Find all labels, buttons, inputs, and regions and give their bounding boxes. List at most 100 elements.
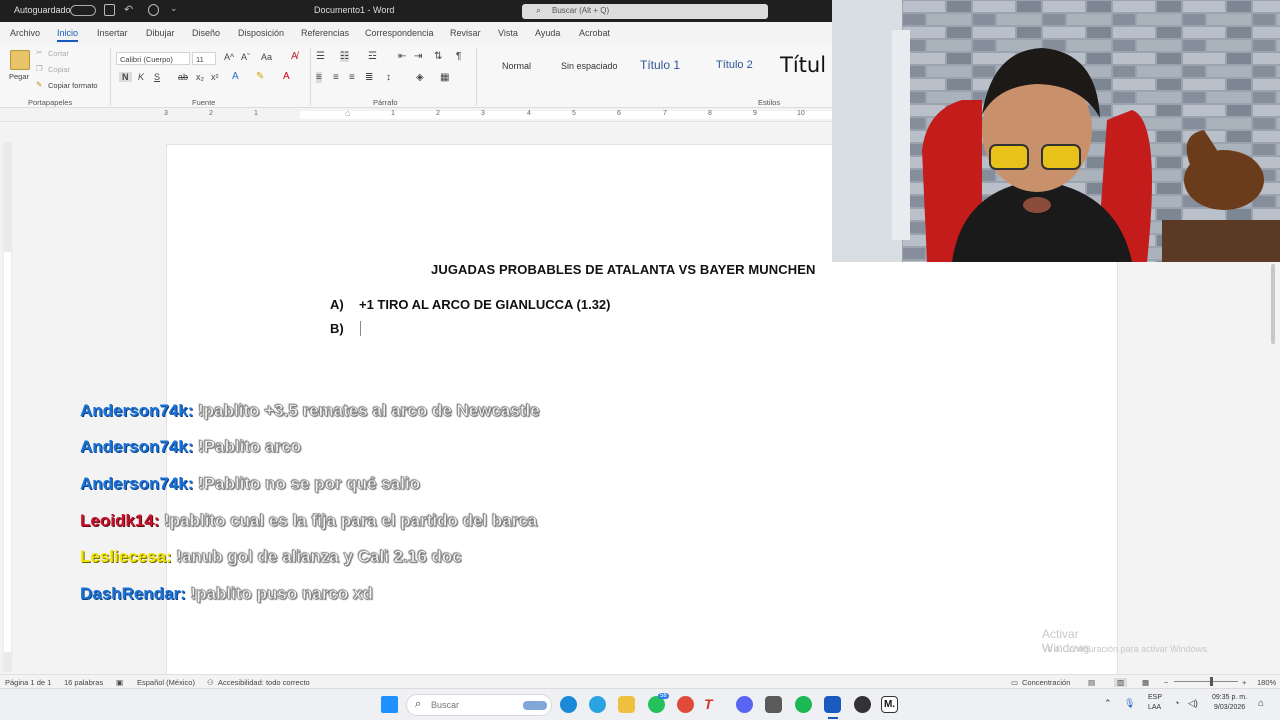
justify-icon[interactable]: ≣ (365, 72, 373, 83)
format-painter-icon[interactable]: ✎ (36, 80, 42, 89)
clock-time[interactable]: 09:35 p. m. (1212, 694, 1247, 701)
align-right-icon[interactable]: ≡ (349, 72, 355, 83)
horizontal-ruler[interactable]: 3 2 1 ⌂ 1 2 3 4 5 6 7 8 9 10 (0, 108, 832, 122)
spotify-icon[interactable] (795, 696, 812, 713)
customize-qat-icon[interactable]: ⌄ (170, 3, 181, 15)
shading-icon[interactable]: ◈ (416, 72, 424, 83)
style-normal[interactable]: Normal (502, 61, 531, 71)
page-count[interactable]: Página 1 de 1 (5, 678, 51, 687)
tab-correspondencia[interactable]: Correspondencia (365, 28, 434, 38)
tab-disposicion[interactable]: Disposición (238, 28, 284, 38)
telegram-icon[interactable] (589, 696, 606, 713)
accessibility-icon[interactable]: ⚇ (207, 678, 214, 687)
volume-icon[interactable]: ◁) (1188, 698, 1198, 709)
align-center-icon[interactable]: ≡ (333, 72, 339, 83)
print-layout-icon[interactable]: ▥ (1114, 678, 1128, 687)
line-spacing-icon[interactable]: ↕ (386, 72, 391, 83)
vertical-ruler[interactable] (3, 142, 12, 672)
cut-button[interactable]: Cortar (48, 49, 69, 58)
calculator-icon[interactable] (765, 696, 782, 713)
zoom-level[interactable]: 180% (1257, 678, 1276, 687)
paste-button[interactable]: Pegar (9, 72, 29, 81)
tab-inicio[interactable]: Inicio (57, 28, 79, 42)
tab-vista[interactable]: Vista (498, 28, 518, 38)
notion-icon[interactable]: M. (881, 696, 898, 713)
tab-archivo[interactable]: Archivo (10, 28, 40, 38)
tab-acrobat[interactable]: Acrobat (579, 28, 610, 38)
proofing-icon[interactable]: ▣ (116, 678, 123, 687)
focus-mode-button[interactable]: Concentración (1022, 678, 1070, 687)
align-left-icon[interactable]: ≡ (316, 72, 322, 83)
tab-diseno[interactable]: Diseño (192, 28, 220, 38)
subscript-icon[interactable]: x₂ (196, 72, 204, 82)
underline-icon[interactable]: S (154, 72, 160, 82)
tab-revisar[interactable]: Revisar (450, 28, 481, 38)
highlight-icon[interactable]: ✎ (256, 71, 264, 82)
text-effects-icon[interactable]: A (232, 71, 239, 82)
accessibility-status[interactable]: Accesibilidad: todo correcto (218, 678, 310, 687)
bold-icon[interactable]: N (119, 72, 132, 82)
taskbar-search-input[interactable]: ⌕ Buscar (406, 694, 552, 716)
style-titulo-1[interactable]: Título 1 (640, 58, 680, 72)
vertical-scrollbar[interactable] (1268, 262, 1278, 672)
list-item-text[interactable]: +1 TIRO AL ARCO DE GIANLUCCA (1.32) (359, 297, 610, 312)
read-mode-icon[interactable]: ▤ (1088, 678, 1095, 687)
paste-icon[interactable] (10, 50, 30, 70)
numbering-icon[interactable]: ☷ (340, 51, 349, 62)
font-size-select[interactable]: 11 (192, 52, 216, 65)
superscript-icon[interactable]: x² (211, 72, 219, 82)
italic-icon[interactable]: K (138, 72, 144, 82)
scrollbar-thumb[interactable] (1271, 264, 1275, 344)
wifi-icon[interactable]: ◔ (1174, 698, 1179, 708)
clear-format-icon[interactable]: A̸ (291, 51, 298, 62)
cut-icon[interactable]: ✂ (36, 48, 42, 57)
web-layout-icon[interactable]: ▦ (1142, 678, 1149, 687)
grow-font-icon[interactable]: A^ (224, 52, 234, 62)
style-titulo-2[interactable]: Título 2 (716, 59, 753, 71)
increase-indent-icon[interactable]: ⇥ (414, 51, 422, 62)
redo-icon[interactable] (148, 4, 159, 16)
undo-icon[interactable]: ↶ (124, 3, 135, 16)
format-painter-button[interactable]: Copiar formato (48, 81, 98, 90)
tab-dibujar[interactable]: Dibujar (146, 28, 175, 38)
decrease-indent-icon[interactable]: ⇤ (398, 51, 406, 62)
notifications-icon[interactable]: ⌂ (1258, 698, 1264, 709)
style-titulo[interactable]: Títul (780, 53, 826, 77)
edge-icon[interactable] (560, 696, 577, 713)
tab-insertar[interactable]: Insertar (97, 28, 128, 38)
zoom-slider[interactable] (1174, 681, 1238, 682)
strikethrough-icon[interactable]: ab (178, 72, 188, 82)
chrome-icon[interactable] (677, 696, 694, 713)
change-case-icon[interactable]: Aa (261, 52, 272, 62)
keyboard-language-bottom[interactable]: LAA (1148, 704, 1161, 711)
typora-icon[interactable]: T (704, 696, 721, 713)
keyboard-language-top[interactable]: ESP (1148, 694, 1162, 701)
zoom-slider-thumb[interactable] (1210, 677, 1213, 686)
word-count[interactable]: 16 palabras (64, 678, 103, 687)
save-icon[interactable] (104, 4, 115, 16)
copy-button[interactable]: Copiar (48, 65, 70, 74)
mic-icon[interactable]: 🎙 (1124, 698, 1135, 709)
document-heading[interactable]: JUGADAS PROBABLES DE ATALANTA VS BAYER M… (431, 262, 816, 277)
start-icon[interactable] (381, 696, 398, 713)
clock-date[interactable]: 9/03/2026 (1214, 704, 1245, 711)
multilevel-list-icon[interactable]: ☲ (368, 51, 377, 62)
shrink-font-icon[interactable]: Aˇ (241, 52, 250, 62)
language-status[interactable]: Español (México) (137, 678, 195, 687)
discord-icon[interactable] (736, 696, 753, 713)
obs-icon[interactable] (854, 696, 871, 713)
tab-referencias[interactable]: Referencias (301, 28, 349, 38)
font-name-select[interactable]: Calibri (Cuerpo) (116, 52, 190, 65)
borders-icon[interactable]: ▦ (440, 72, 449, 83)
zoom-out-icon[interactable]: − (1164, 678, 1168, 687)
file-explorer-icon[interactable] (618, 696, 635, 713)
bullets-icon[interactable]: ☰ (316, 51, 325, 62)
zoom-in-icon[interactable]: + (1242, 678, 1246, 687)
sort-icon[interactable]: ⇅ (434, 51, 442, 62)
word-icon[interactable] (824, 696, 841, 713)
indent-marker-icon[interactable]: ⌂ (345, 108, 350, 118)
autosave-toggle[interactable] (70, 5, 96, 16)
title-search-input[interactable]: ⌕ Buscar (Alt + Q) (522, 4, 768, 19)
focus-icon[interactable]: ▭ (1011, 678, 1018, 687)
tab-ayuda[interactable]: Ayuda (535, 28, 560, 38)
